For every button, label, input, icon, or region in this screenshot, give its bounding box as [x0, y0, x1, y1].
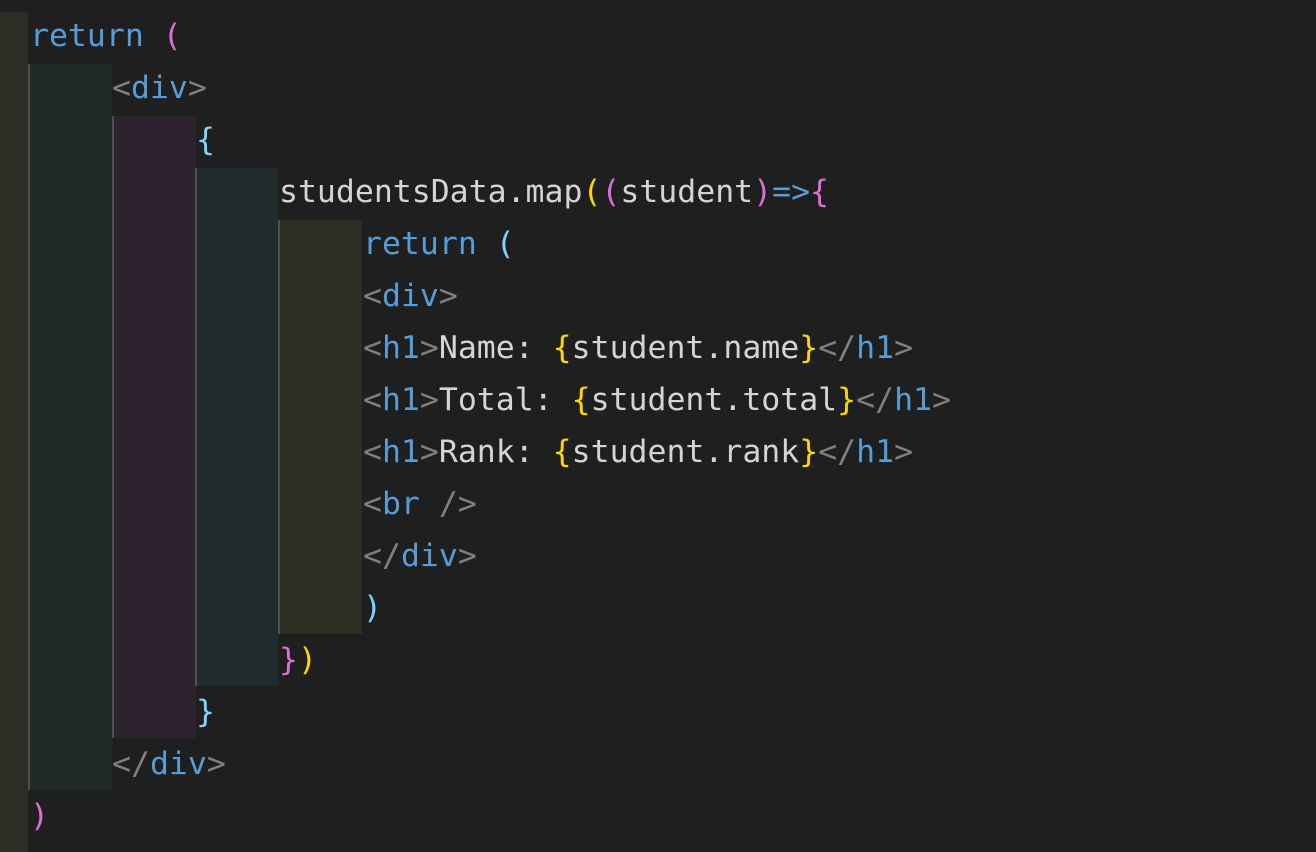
- code-token: >: [894, 330, 914, 366]
- code-token: =>: [772, 174, 811, 210]
- code-token: (: [601, 174, 621, 210]
- code-token: }: [196, 694, 215, 730]
- code-line-14[interactable]: }: [196, 686, 215, 738]
- code-token: <: [363, 434, 382, 470]
- indent-guide-level-4: [278, 220, 362, 634]
- code-token: student.rank: [571, 434, 800, 470]
- code-token: >: [419, 434, 439, 470]
- code-token: (: [162, 18, 182, 54]
- code-token: >: [438, 278, 458, 314]
- code-line-3[interactable]: {: [196, 114, 215, 166]
- code-token: h1: [894, 382, 932, 418]
- code-token: (: [582, 174, 602, 210]
- code-token: student.name: [571, 330, 800, 366]
- code-token: Total:: [438, 382, 572, 418]
- code-line-16[interactable]: ): [30, 790, 49, 842]
- code-token: return: [30, 18, 144, 54]
- code-line-10[interactable]: <br />: [363, 478, 477, 530]
- code-token: >: [419, 330, 439, 366]
- code-line-11[interactable]: </div>: [363, 530, 477, 582]
- code-token: return: [363, 226, 477, 262]
- code-token: >: [457, 538, 477, 574]
- code-token: </: [818, 434, 857, 470]
- code-line-8[interactable]: <h1>Total: {student.total}</h1>: [363, 374, 951, 426]
- code-token: }: [837, 382, 857, 418]
- code-line-7[interactable]: <h1>Name: {student.name}</h1>: [363, 322, 913, 374]
- code-token: </: [363, 538, 401, 574]
- code-line-9[interactable]: <h1>Rank: {student.rank}</h1>: [363, 426, 913, 478]
- code-token: </: [818, 330, 857, 366]
- code-token: <: [363, 382, 382, 418]
- code-token: (: [495, 226, 515, 262]
- code-token: ): [363, 590, 382, 626]
- code-token: div: [149, 746, 207, 782]
- code-token: {: [571, 382, 591, 418]
- code-line-2[interactable]: <div>: [112, 62, 207, 114]
- code-token: >: [419, 382, 439, 418]
- code-token: >: [187, 70, 207, 106]
- code-token: h1: [381, 382, 420, 418]
- code-line-4[interactable]: studentsData.map((student)=>{: [279, 166, 829, 218]
- code-token: />: [419, 486, 477, 522]
- code-line-5[interactable]: return (: [363, 218, 515, 270]
- code-token: >: [206, 746, 226, 782]
- code-token: studentsData.map: [279, 174, 583, 210]
- code-token: ): [30, 798, 49, 834]
- code-token: {: [552, 434, 572, 470]
- code-token: }: [799, 330, 819, 366]
- code-token: Name:: [438, 330, 553, 366]
- code-token: <: [363, 330, 382, 366]
- code-token: h1: [381, 330, 420, 366]
- code-token: {: [810, 174, 830, 210]
- indent-guide-level-3: [195, 168, 278, 686]
- code-token: h1: [381, 434, 420, 470]
- code-line-13[interactable]: }): [279, 634, 317, 686]
- code-token: div: [381, 278, 439, 314]
- code-token: }: [279, 642, 298, 678]
- code-token: <: [363, 486, 382, 522]
- code-token: {: [196, 122, 215, 158]
- indent-guide-level-1: [28, 64, 112, 790]
- code-token: >: [932, 382, 951, 418]
- code-editor[interactable]: return ( <div> { studentsData.map((stude…: [0, 0, 1316, 852]
- code-token: </: [112, 746, 150, 782]
- code-line-1[interactable]: return (: [30, 10, 182, 62]
- code-line-12[interactable]: ): [363, 582, 382, 634]
- code-token: ): [297, 642, 317, 678]
- code-line-15[interactable]: </div>: [112, 738, 226, 790]
- code-token: div: [400, 538, 458, 574]
- code-line-6[interactable]: <div>: [363, 270, 458, 322]
- code-token: student.total: [590, 382, 838, 418]
- code-token: <: [363, 278, 382, 314]
- code-token: student: [620, 174, 754, 210]
- code-token: h1: [856, 434, 895, 470]
- code-token: </: [856, 382, 895, 418]
- indent-guide-level-0: [0, 12, 28, 852]
- code-token: ): [753, 174, 773, 210]
- indent-guide-level-2: [112, 116, 196, 738]
- code-token: h1: [856, 330, 895, 366]
- code-token: }: [799, 434, 819, 470]
- code-token: div: [130, 70, 188, 106]
- code-token: >: [894, 434, 914, 470]
- code-token: br: [381, 486, 420, 522]
- code-token: {: [552, 330, 572, 366]
- code-token: <: [112, 70, 131, 106]
- code-token: Rank:: [438, 434, 553, 470]
